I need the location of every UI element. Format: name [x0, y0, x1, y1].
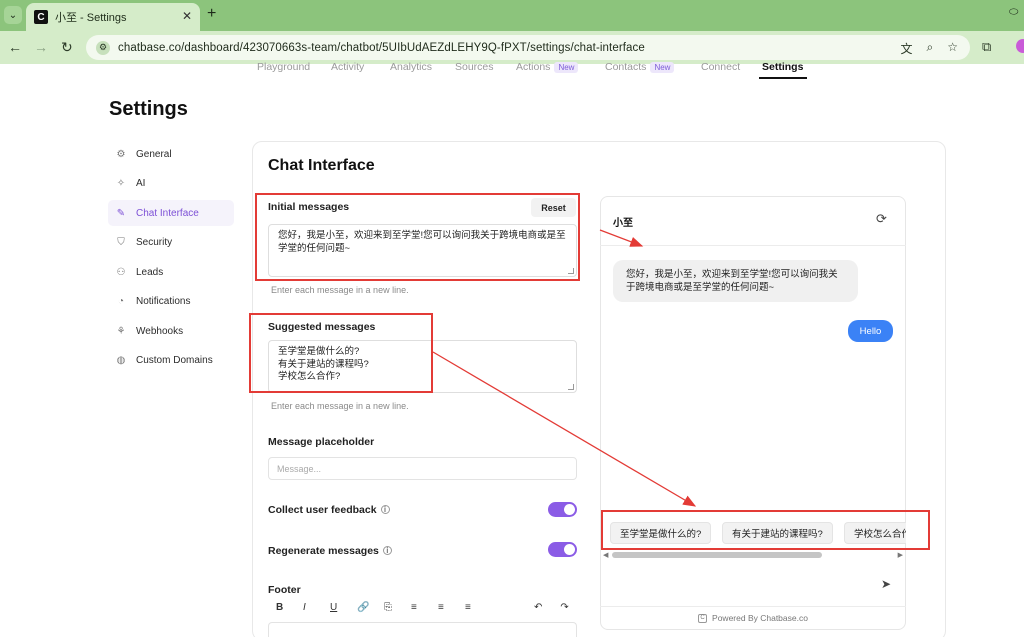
tab-actions[interactable]: Actions New — [516, 61, 579, 73]
info-icon[interactable]: i — [380, 505, 390, 514]
tab-activity[interactable]: Activity — [331, 61, 364, 73]
shield-icon: ⛉ — [117, 236, 125, 248]
align-left-icon[interactable]: ≡ — [411, 602, 438, 613]
translate-icon[interactable]: 文 — [900, 40, 912, 57]
suggested-line: 学校怎么合作? — [278, 371, 341, 382]
globe-icon: ◍ — [116, 354, 126, 366]
footer-label: Footer — [268, 584, 301, 596]
chatbase-favicon-icon: C — [34, 10, 48, 24]
suggested-messages-label: Suggested messages — [268, 321, 376, 333]
redo-icon[interactable]: ↷ — [560, 602, 568, 613]
sidebar-item-webhooks[interactable]: ⚘ Webhooks — [108, 318, 234, 344]
collect-feedback-toggle[interactable] — [548, 502, 577, 517]
bot-message: 您好，我是小至，欢迎来到至学堂!您可以询问我关于跨境电商或是至学堂的任何问题~ — [613, 260, 858, 302]
sidebar-item-leads[interactable]: ⚇ Leads — [108, 259, 234, 285]
initial-messages-hint: Enter each message in a new line. — [271, 285, 409, 295]
suggestion-chip[interactable]: 至学堂是做什么的? — [610, 522, 711, 544]
tab-contacts[interactable]: Contacts New — [605, 61, 675, 73]
browser-tabbar: ⌄ C 小至 - Settings ✕ + ⬭ — [0, 0, 1024, 31]
card-title: Chat Interface — [268, 157, 375, 174]
resize-handle-icon[interactable] — [568, 384, 574, 390]
users-icon: ⚇ — [116, 266, 126, 278]
reload-icon[interactable]: ↻ — [61, 39, 73, 56]
bookmark-star-icon[interactable]: ☆ — [947, 40, 958, 57]
suggested-messages-field[interactable]: 至学堂是做什么的? 有关于建站的课程吗? 学校怎么合作? — [268, 340, 577, 393]
url-text: chatbase.co/dashboard/423070663s-team/ch… — [118, 41, 645, 54]
initial-messages-field[interactable]: 您好，我是小至，欢迎来到至学堂!您可以询问我关于跨境电商或是至学堂的任何问题~ — [268, 224, 577, 277]
initial-messages-label: Initial messages — [268, 201, 350, 213]
scroll-left-icon[interactable]: ◀ — [603, 551, 608, 559]
underline-icon[interactable]: U — [330, 602, 357, 613]
align-center-icon[interactable]: ≡ — [438, 602, 465, 613]
message-placeholder-field[interactable]: Message... — [268, 457, 577, 480]
unlink-icon[interactable]: ⎘ — [384, 602, 411, 613]
zoom-icon[interactable]: ⌕ — [927, 40, 934, 57]
scroll-thumb[interactable] — [612, 552, 822, 558]
sidebar-item-security[interactable]: ⛉ Security — [108, 229, 234, 255]
tab-analytics[interactable]: Analytics — [390, 61, 432, 73]
suggested-messages-hint: Enter each message in a new line. — [271, 401, 409, 411]
bold-icon[interactable]: B — [276, 602, 303, 613]
browser-tab[interactable]: C 小至 - Settings ✕ — [26, 3, 200, 31]
close-icon[interactable]: ✕ — [182, 9, 192, 23]
gear-icon: ⚙ — [116, 148, 126, 160]
bell-icon: ◔ — [117, 295, 125, 307]
sidebar-item-ai[interactable]: ✧ AI — [108, 170, 234, 196]
regenerate-label: Regenerate messages i — [268, 545, 392, 557]
avatar[interactable] — [1016, 39, 1024, 53]
tab-search-icon[interactable]: ⌄ — [4, 6, 22, 24]
tab-settings[interactable]: Settings — [762, 61, 803, 73]
back-icon[interactable]: ← — [8, 39, 22, 55]
suggestion-chip[interactable]: 有关于建站的课程吗? — [722, 522, 833, 544]
chat-preview-header — [600, 196, 906, 246]
user-message: Hello — [848, 320, 893, 342]
suggestion-chip[interactable]: 学校怎么合作 — [844, 522, 906, 544]
collect-feedback-label: Collect user feedback i — [268, 504, 390, 516]
sparkles-icon: ✧ — [116, 177, 126, 189]
tab-playground[interactable]: Playground — [257, 61, 310, 73]
sidebar-item-general[interactable]: ⚙ General — [108, 141, 234, 167]
info-icon[interactable]: i — [382, 546, 392, 555]
reset-button[interactable]: Reset — [531, 198, 576, 217]
sidebar-item-custom-domains[interactable]: ◍ Custom Domains — [108, 347, 234, 373]
minimize-icon[interactable]: ⬭ — [1009, 6, 1018, 19]
tab-title: 小至 - Settings — [55, 12, 127, 24]
app-nav: Playground Activity Analytics Sources Ac… — [0, 58, 1024, 80]
undo-icon[interactable]: ↶ — [534, 602, 542, 613]
bot-name: 小至 — [613, 218, 633, 229]
link-icon[interactable]: 🔗 — [357, 602, 384, 613]
regenerate-toggle[interactable] — [548, 542, 577, 557]
new-badge: New — [650, 62, 675, 73]
chatbase-logo-icon: C — [698, 613, 708, 623]
resize-handle-icon[interactable] — [568, 268, 574, 274]
webhook-icon: ⚘ — [116, 325, 126, 337]
footer-editor[interactable] — [268, 622, 577, 637]
footer-toolbar: B I U 🔗 ⎘ ≡ ≡ ≡ — [276, 602, 492, 613]
powered-by[interactable]: C Powered By Chatbase.co — [600, 606, 906, 629]
align-right-icon[interactable]: ≡ — [465, 602, 492, 613]
refresh-icon[interactable]: ⟳ — [876, 211, 887, 227]
suggested-line: 有关于建站的课程吗? — [278, 358, 369, 370]
suggested-line: 至学堂是做什么的? — [278, 346, 360, 357]
forward-icon[interactable]: → — [34, 39, 48, 55]
italic-icon[interactable]: I — [303, 602, 330, 613]
url-field[interactable]: ⚙ chatbase.co/dashboard/423070663s-team/… — [86, 35, 970, 60]
site-info-icon[interactable]: ⚙ — [96, 40, 110, 55]
active-tab-underline — [759, 77, 807, 79]
brush-icon: ✎ — [116, 207, 126, 219]
page-title: Settings — [109, 98, 188, 120]
sidebar-item-notifications[interactable]: ◔ Notifications — [108, 288, 234, 314]
message-placeholder-label: Message placeholder — [268, 436, 375, 448]
send-icon[interactable]: ➤ — [881, 577, 891, 591]
scroll-right-icon[interactable]: ▶ — [898, 551, 903, 559]
sidebar-item-chat-interface[interactable]: ✎ Chat Interface — [108, 200, 234, 226]
tab-sources[interactable]: Sources — [455, 61, 494, 73]
undo-redo: ↶ ↷ — [534, 602, 569, 613]
extensions-icon[interactable]: ⧉ — [982, 39, 991, 55]
suggestions-scrollbar[interactable]: ◀ ▶ — [602, 551, 904, 560]
new-badge: New — [554, 62, 579, 73]
new-tab-icon[interactable]: + — [207, 5, 216, 23]
tab-connect[interactable]: Connect — [701, 61, 740, 73]
